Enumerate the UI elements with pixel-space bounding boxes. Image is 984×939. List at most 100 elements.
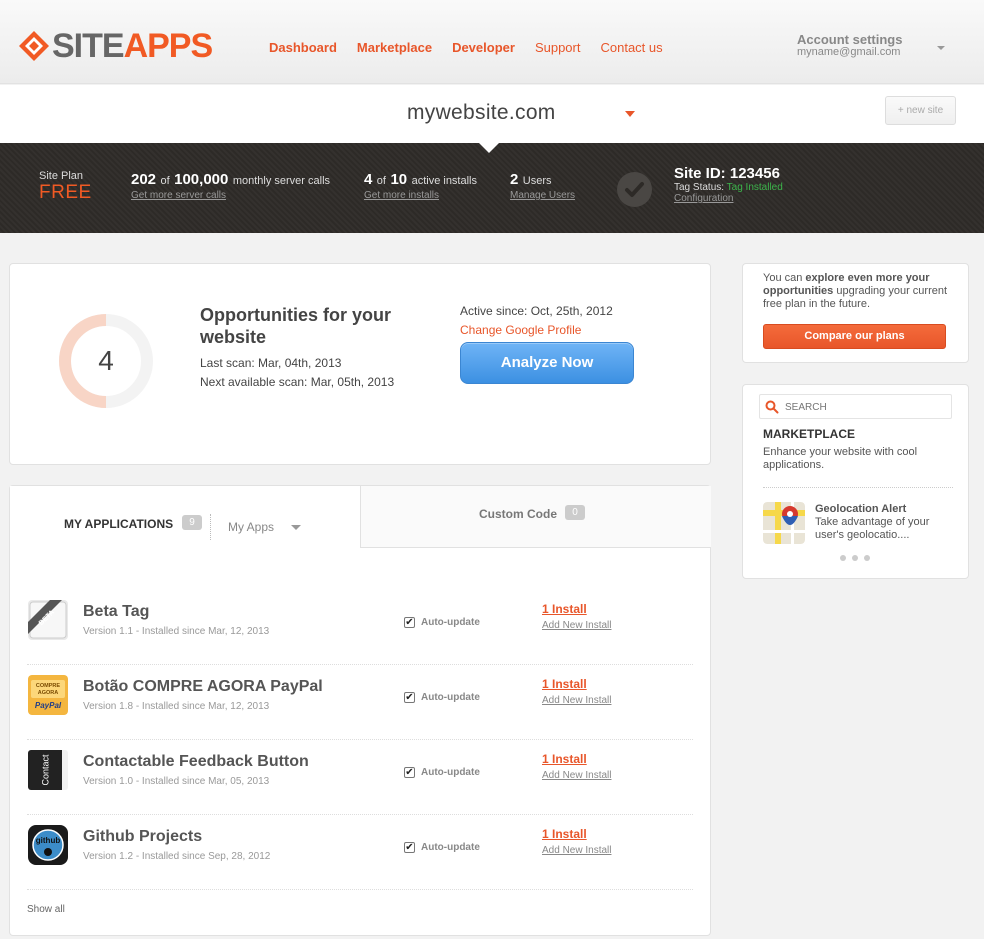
calls-label: monthly server calls <box>232 175 331 187</box>
account-email: myname@gmail.com <box>797 46 901 58</box>
carousel-dots <box>840 555 870 561</box>
checkmark-icon <box>625 182 644 197</box>
users-stat: 2 Users Manage Users <box>510 171 575 201</box>
tag-status-icon <box>617 172 652 207</box>
auto-update-label: Auto-update <box>421 692 480 703</box>
site-name[interactable]: mywebsite.com <box>407 101 556 125</box>
marketplace-description: Enhance your website with cool applicati… <box>763 446 918 471</box>
users-label: Users <box>522 175 552 187</box>
logo-mark-icon <box>19 31 49 61</box>
installs-stat: 4 of 10 active installs Get more install… <box>364 171 477 201</box>
svg-text:Contact: Contact <box>40 754 50 786</box>
auto-update-label: Auto-update <box>421 617 480 628</box>
selector-pointer <box>479 143 499 153</box>
map-pin-icon[interactable] <box>763 502 805 544</box>
auto-update-checkbox[interactable]: ✔ <box>404 767 415 778</box>
nav-marketplace[interactable]: Marketplace <box>357 40 432 55</box>
marketplace-card: MARKETPLACE Enhance your website with co… <box>742 384 969 579</box>
app-row: COMPRE AGORA PayPal Botão COMPRE AGORA P… <box>27 665 693 740</box>
installs-label: active installs <box>411 175 477 187</box>
app-name[interactable]: Beta Tag <box>83 603 149 621</box>
new-site-button[interactable]: + new site <box>885 96 956 125</box>
manage-users-link[interactable]: Manage Users <box>510 190 575 201</box>
app-version: Version 1.1 - Installed since Mar, 12, 2… <box>83 626 270 637</box>
add-new-install-link[interactable]: Add New Install <box>542 695 611 706</box>
site-selector-bar: mywebsite.com + new site <box>0 85 984 143</box>
beta-tag-icon: BETA <box>28 600 68 640</box>
installs-link[interactable]: 1 Install <box>542 752 587 766</box>
installs-link[interactable]: 1 Install <box>542 602 587 616</box>
add-new-install-link[interactable]: Add New Install <box>542 770 611 781</box>
get-more-calls-link[interactable]: Get more server calls <box>131 190 330 201</box>
tab-my-applications-label: MY APPLICATIONS <box>64 517 174 531</box>
installs-link[interactable]: 1 Install <box>542 827 587 841</box>
site-apps-logo[interactable]: SITEAPPS <box>18 27 214 65</box>
installs-total: 10 <box>390 171 408 188</box>
upsell-card: You can explore even more your opportuni… <box>742 263 969 363</box>
apps-filter-select[interactable]: My Apps <box>228 520 274 534</box>
auto-update-checkbox[interactable]: ✔ <box>404 692 415 703</box>
auto-update-checkbox[interactable]: ✔ <box>404 617 415 628</box>
installs-used: 4 <box>364 171 373 188</box>
chevron-down-icon[interactable] <box>937 46 945 50</box>
tab-my-applications[interactable]: MY APPLICATIONS 9 My Apps <box>10 486 360 548</box>
nav-developer[interactable]: Developer <box>452 40 515 55</box>
compare-plans-button[interactable]: Compare our plans <box>763 324 946 349</box>
analyze-now-button[interactable]: Analyze Now <box>460 342 634 384</box>
search-icon <box>765 400 779 414</box>
divider <box>763 487 953 488</box>
show-all-link[interactable]: Show all <box>27 904 65 915</box>
app-name[interactable]: Github Projects <box>83 828 202 846</box>
svg-text:COMPRE: COMPRE <box>36 683 60 689</box>
custom-code-count-badge: 0 <box>565 505 585 520</box>
change-google-profile-link[interactable]: Change Google Profile <box>460 323 581 337</box>
tab-divider <box>210 514 211 540</box>
server-calls-stat: 202 of 100,000 monthly server calls Get … <box>131 171 331 201</box>
nav-dashboard[interactable]: Dashboard <box>269 40 337 55</box>
installs-link[interactable]: 1 Install <box>542 677 587 691</box>
search-input[interactable] <box>785 399 945 415</box>
contact-icon: Contact <box>28 750 68 790</box>
main-nav: Dashboard Marketplace Developer Support … <box>269 40 683 55</box>
carousel-dot[interactable] <box>840 555 846 561</box>
site-id-value: 123456 <box>729 165 780 182</box>
app-version: Version 1.2 - Installed since Sep, 28, 2… <box>83 851 271 862</box>
site-plan-label: Site Plan <box>39 170 84 182</box>
account-menu[interactable]: Account settings myname@gmail.com <box>797 32 902 58</box>
site-id-stat: Site ID: 123456 Tag Status: Tag Installe… <box>674 165 783 204</box>
site-plan-stat: Site Plan FREE <box>39 170 92 204</box>
configuration-link[interactable]: Configuration <box>674 193 783 204</box>
logo-text-apps: APPS <box>123 27 214 65</box>
featured-app-description: Take advantage of your user's geolocatio… <box>815 516 930 541</box>
app-name[interactable]: Contactable Feedback Button <box>83 753 309 771</box>
last-scan: Last scan: Mar, 04th, 2013 <box>200 356 342 370</box>
tag-status-label: Tag Status: <box>674 182 725 193</box>
tab-custom-code[interactable]: Custom Code 0 <box>360 486 711 548</box>
nav-contact-us[interactable]: Contact us <box>600 40 662 55</box>
paypal-icon: COMPRE AGORA PayPal <box>28 675 68 715</box>
app-row: github Github Projects Version 1.2 - Ins… <box>27 815 693 890</box>
opportunities-card: 4 Opportunities for your website Last sc… <box>9 263 711 465</box>
add-new-install-link[interactable]: Add New Install <box>542 845 611 856</box>
account-settings-label: Account settings <box>797 32 903 47</box>
logo-text-site: SITE <box>52 27 125 65</box>
app-version: Version 1.0 - Installed since Mar, 05, 2… <box>83 776 270 787</box>
svg-text:github: github <box>36 836 61 845</box>
app-name[interactable]: Botão COMPRE AGORA PayPal <box>83 678 323 696</box>
app-row: BETA Beta Tag Version 1.1 - Installed si… <box>27 590 693 665</box>
opportunities-count: 4 <box>98 345 114 376</box>
marketplace-title: MARKETPLACE <box>763 427 855 441</box>
featured-app-name[interactable]: Geolocation Alert <box>815 503 906 515</box>
add-new-install-link[interactable]: Add New Install <box>542 620 611 631</box>
svg-text:PayPal: PayPal <box>35 701 62 710</box>
app-version: Version 1.8 - Installed since Mar, 12, 2… <box>83 701 270 712</box>
get-more-installs-link[interactable]: Get more installs <box>364 190 477 201</box>
chevron-down-icon[interactable] <box>291 525 301 530</box>
search-box[interactable] <box>759 394 952 419</box>
auto-update-checkbox[interactable]: ✔ <box>404 842 415 853</box>
nav-support[interactable]: Support <box>535 40 581 55</box>
carousel-dot[interactable] <box>864 555 870 561</box>
carousel-dot[interactable] <box>852 555 858 561</box>
active-since: Active since: Oct, 25th, 2012 <box>460 304 613 318</box>
site-dropdown-icon[interactable] <box>625 111 635 117</box>
